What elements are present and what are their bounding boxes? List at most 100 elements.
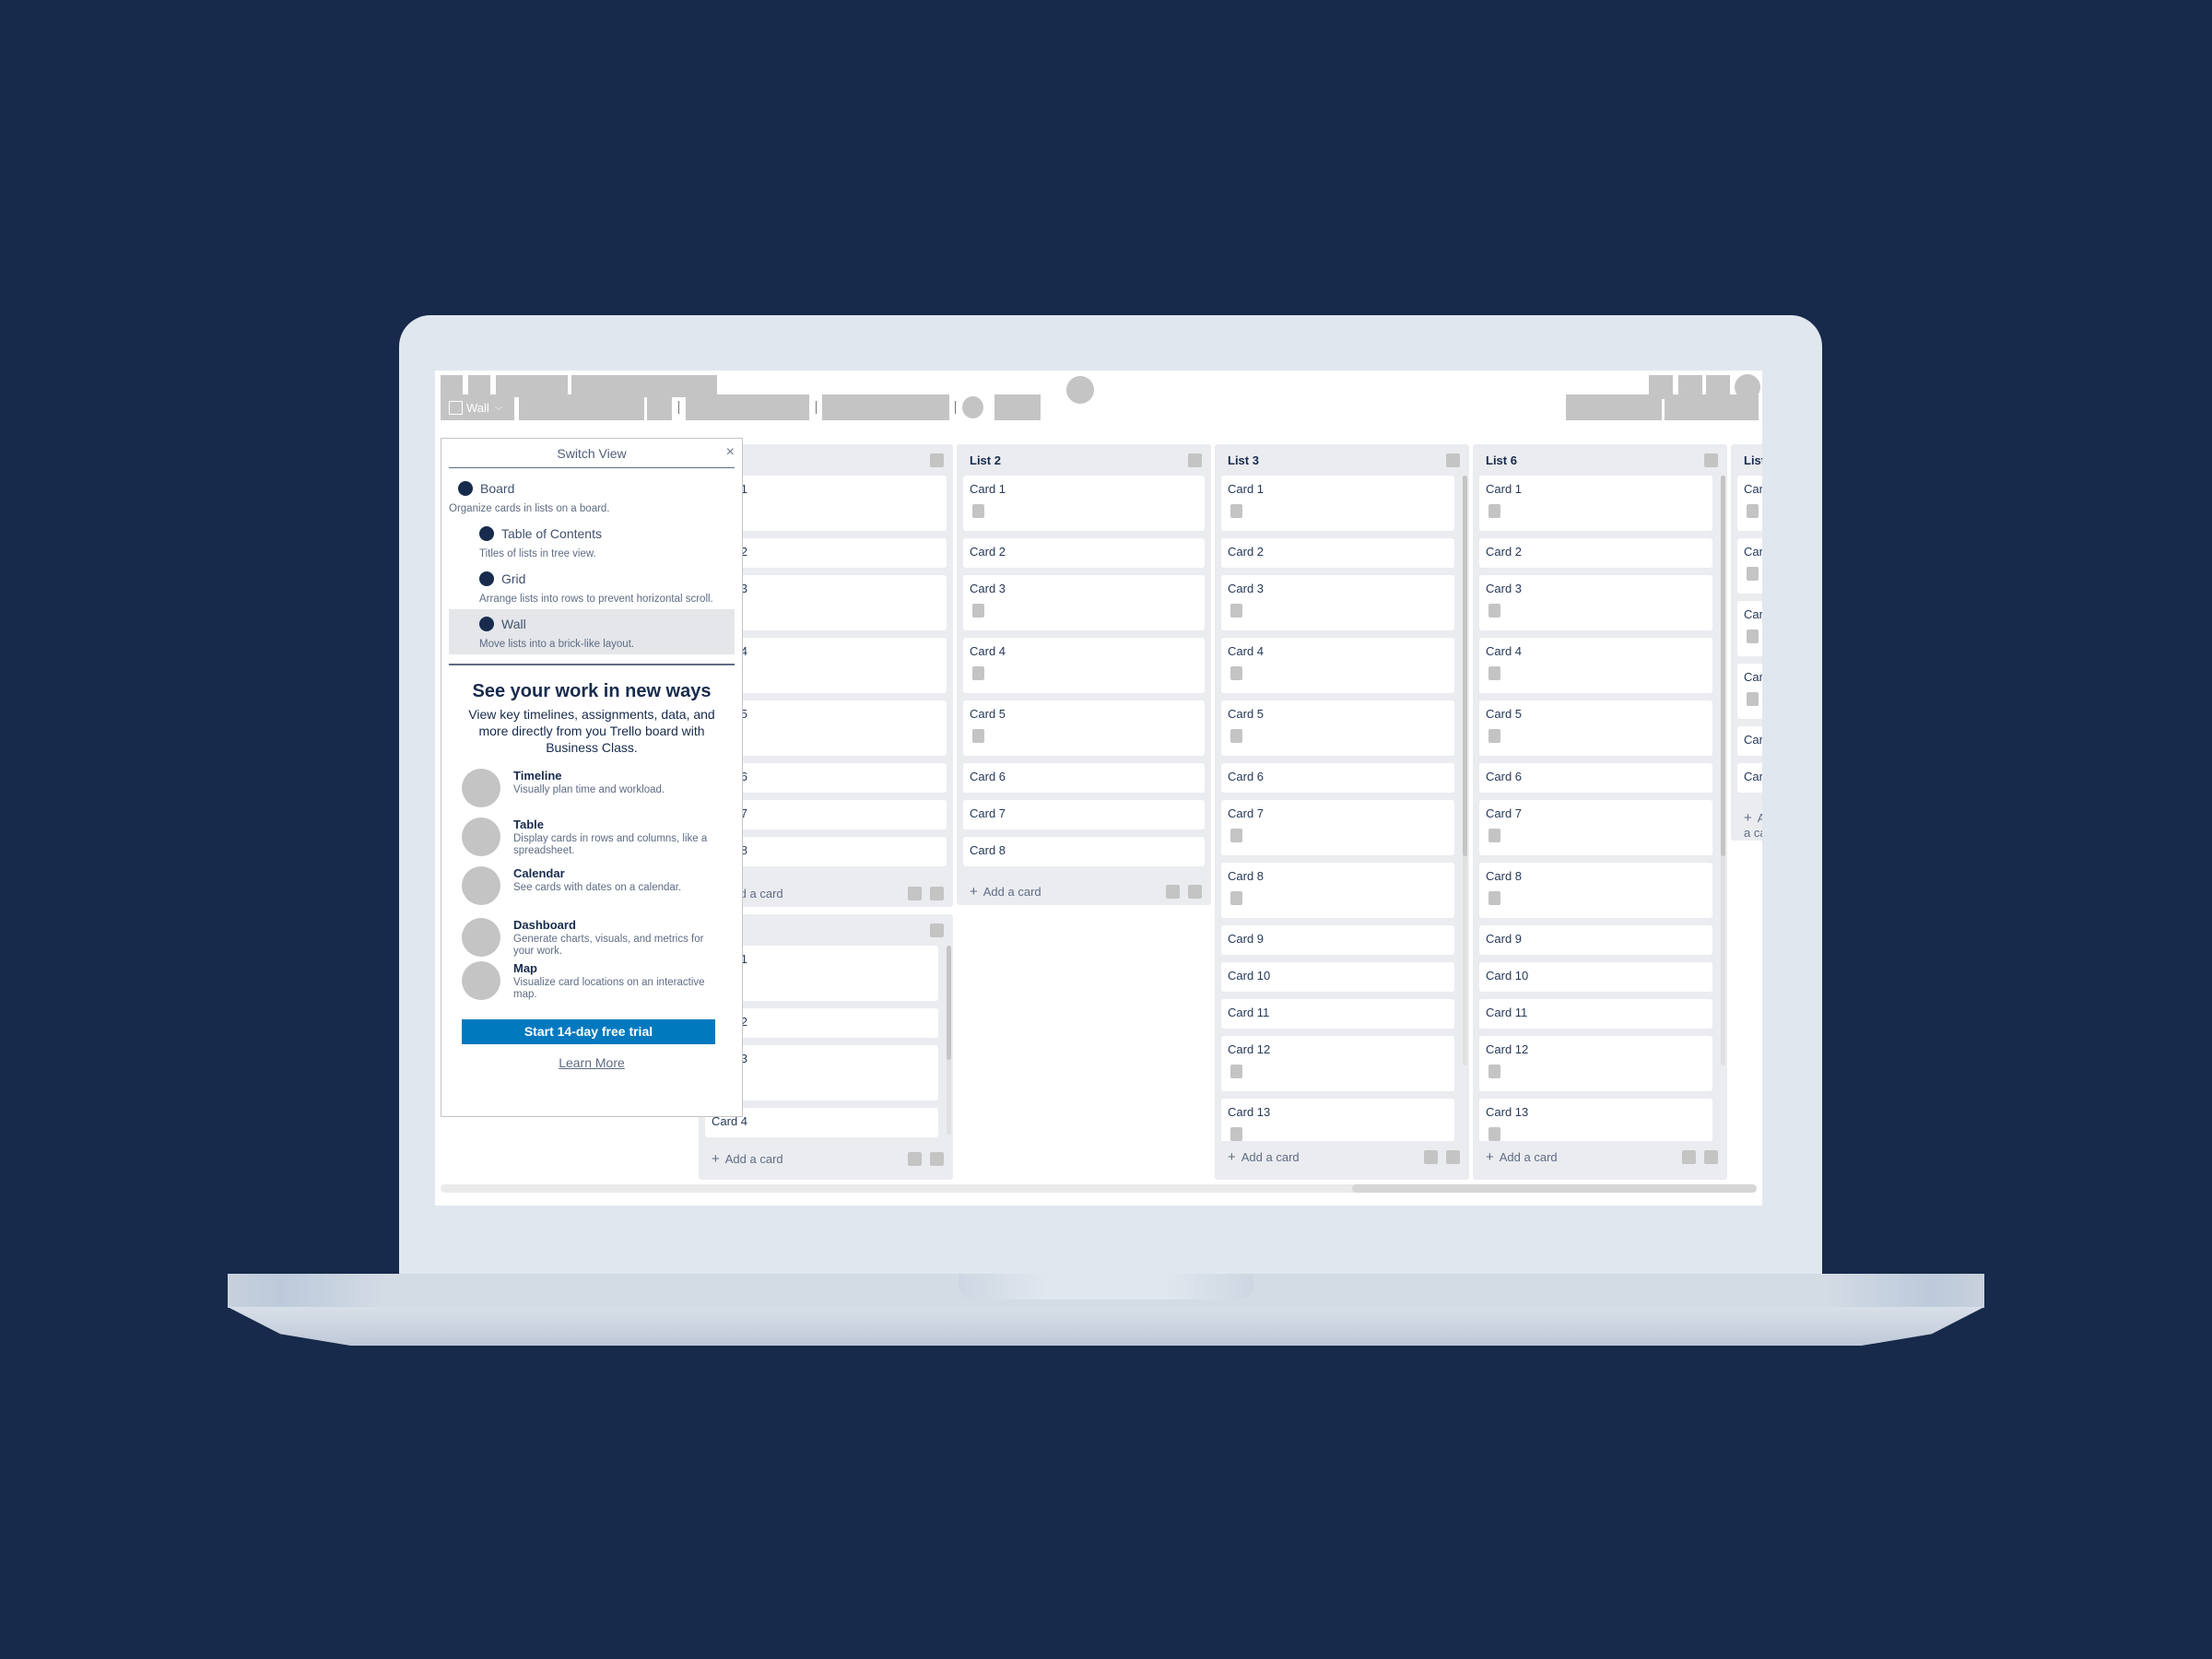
- card[interactable]: Card 9: [1221, 925, 1454, 955]
- card[interactable]: Card 1: [1479, 476, 1712, 531]
- card[interactable]: Card 1: [1221, 476, 1454, 531]
- card[interactable]: Card: [1737, 664, 1762, 719]
- card[interactable]: Card 9: [1479, 925, 1712, 955]
- card[interactable]: Card 2: [1479, 538, 1712, 568]
- member-avatar[interactable]: [962, 396, 983, 418]
- card[interactable]: Card: [1737, 538, 1762, 594]
- template-icon[interactable]: [908, 886, 922, 900]
- horizontal-scrollbar[interactable]: [441, 1184, 1757, 1193]
- card[interactable]: Card 11: [1479, 999, 1712, 1029]
- vertical-scrollbar[interactable]: [947, 946, 951, 1135]
- list-title[interactable]: List 3: [1228, 453, 1259, 467]
- card[interactable]: Card 4: [1479, 638, 1712, 693]
- add-card-button[interactable]: +Add a card: [1228, 1149, 1300, 1165]
- list-menu-icon[interactable]: [930, 923, 944, 937]
- card-template-icon[interactable]: [930, 1151, 944, 1166]
- vertical-scrollbar[interactable]: [1463, 476, 1467, 1065]
- feature-name: Dashboard: [513, 918, 576, 932]
- workspace-button[interactable]: [686, 394, 809, 420]
- card[interactable]: Card 8: [1221, 863, 1454, 918]
- card[interactable]: Card 6: [963, 763, 1205, 793]
- star-button[interactable]: [647, 394, 672, 420]
- view-option-table-of-contents[interactable]: Table of Contents Titles of lists in tre…: [449, 519, 735, 564]
- card[interactable]: Card: [1737, 601, 1762, 656]
- template-icon[interactable]: [1424, 1149, 1438, 1164]
- start-trial-button[interactable]: Start 14-day free trial: [462, 1019, 715, 1044]
- list-title[interactable]: List: [1744, 453, 1762, 467]
- view-option-board[interactable]: Board Organize cards in lists on a board…: [449, 474, 735, 519]
- list-menu-icon[interactable]: [1188, 453, 1202, 467]
- view-switcher-button[interactable]: Wall ⌵: [441, 394, 514, 420]
- card-badge-icon: [1230, 504, 1242, 518]
- card[interactable]: Card 2: [1221, 538, 1454, 568]
- card-template-icon[interactable]: [1704, 1149, 1718, 1164]
- card[interactable]: Card 1: [963, 476, 1205, 531]
- butler-button[interactable]: [1566, 394, 1662, 420]
- close-icon[interactable]: ×: [726, 444, 735, 461]
- horizontal-scrollbar-thumb[interactable]: [1352, 1184, 1757, 1193]
- list-title[interactable]: List 6: [1486, 453, 1517, 467]
- vertical-scrollbar-thumb[interactable]: [1721, 476, 1725, 856]
- vertical-scrollbar-thumb[interactable]: [947, 946, 951, 1060]
- add-card-button[interactable]: +Add a card: [970, 884, 1041, 900]
- card[interactable]: Card 12: [1221, 1036, 1454, 1091]
- card[interactable]: Card 3: [1479, 575, 1712, 630]
- card[interactable]: Card 11: [1221, 999, 1454, 1029]
- card-badge-icon: [1488, 666, 1500, 680]
- card-template-icon[interactable]: [930, 886, 944, 900]
- card[interactable]: Card: [1737, 476, 1762, 531]
- card[interactable]: Card 10: [1221, 962, 1454, 992]
- separator: [816, 401, 817, 414]
- card[interactable]: Card 5: [963, 700, 1205, 756]
- list-menu-icon[interactable]: [1446, 453, 1460, 467]
- card[interactable]: Card 4: [963, 638, 1205, 693]
- card[interactable]: Card 2: [963, 538, 1205, 568]
- laptop-base: [228, 1307, 1984, 1346]
- card[interactable]: Card 10: [1479, 962, 1712, 992]
- list-title[interactable]: List 2: [970, 453, 1001, 467]
- learn-more-link[interactable]: Learn More: [441, 1055, 742, 1070]
- card-list: Card 1 Card 2 Card 3 Card 4 Card 5 Card 6 Card…: [1473, 476, 1727, 1141]
- card[interactable]: Card 6: [1479, 763, 1712, 793]
- add-card-button[interactable]: +Add a card: [712, 1151, 783, 1167]
- invite-button[interactable]: [994, 394, 1041, 420]
- card[interactable]: Card 8: [963, 837, 1205, 866]
- show-menu-button[interactable]: [1665, 394, 1759, 420]
- list-menu-icon[interactable]: [1704, 453, 1718, 467]
- card[interactable]: Card 4: [1221, 638, 1454, 693]
- logo-icon[interactable]: [1066, 376, 1094, 404]
- card[interactable]: Card 8: [1479, 863, 1712, 918]
- card[interactable]: Card 7: [1479, 800, 1712, 855]
- card[interactable]: Card: [1737, 726, 1762, 756]
- card[interactable]: Card 6: [1221, 763, 1454, 793]
- card[interactable]: Card 7: [1221, 800, 1454, 855]
- add-card-button[interactable]: +Add a card: [1744, 810, 1762, 840]
- board-name-button[interactable]: [519, 394, 644, 420]
- card[interactable]: Card: [1737, 763, 1762, 793]
- add-card-button[interactable]: +Add a card: [1486, 1149, 1558, 1165]
- view-option-grid[interactable]: Grid Arrange lists into rows to prevent …: [449, 564, 735, 609]
- card[interactable]: Card 3: [1221, 575, 1454, 630]
- visibility-button[interactable]: [822, 394, 949, 420]
- card[interactable]: Card 3: [963, 575, 1205, 630]
- vertical-scrollbar[interactable]: [1721, 476, 1725, 1065]
- card[interactable]: Card 12: [1479, 1036, 1712, 1091]
- list-menu-icon[interactable]: [930, 453, 944, 467]
- template-icon[interactable]: [908, 1151, 922, 1166]
- card-badge-icon: [1488, 729, 1500, 743]
- feature-item: Table Display cards in rows and columns, …: [462, 818, 722, 857]
- card-template-icon[interactable]: [1446, 1149, 1460, 1164]
- card-badge-icon: [1488, 891, 1500, 905]
- card[interactable]: Card 5: [1221, 700, 1454, 756]
- vertical-scrollbar-thumb[interactable]: [1463, 476, 1467, 856]
- template-icon[interactable]: [1682, 1149, 1696, 1164]
- view-option-wall[interactable]: Wall Move lists into a brick-like layout…: [449, 609, 735, 654]
- card[interactable]: Card 7: [963, 800, 1205, 830]
- list-footer: +Add a card: [1731, 809, 1762, 841]
- card[interactable]: Card 5: [1479, 700, 1712, 756]
- feature-name: Map: [513, 961, 537, 975]
- card[interactable]: Card 13: [1479, 1099, 1712, 1141]
- card-template-icon[interactable]: [1188, 884, 1202, 899]
- card[interactable]: Card 13: [1221, 1099, 1454, 1141]
- template-icon[interactable]: [1166, 884, 1180, 899]
